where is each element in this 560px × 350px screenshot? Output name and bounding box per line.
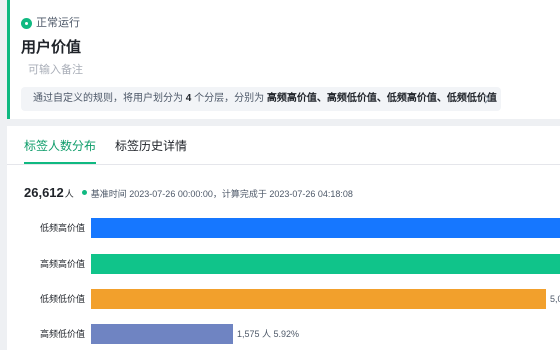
summary-line: 26,612 人 基准时间 2023-07-26 00:00:00 ，计算完成于…: [24, 185, 353, 200]
category-label: 低频低价值: [39, 294, 85, 304]
status-text: 正常运行: [36, 17, 80, 29]
tab-label-history[interactable]: 标签历史详情: [115, 138, 187, 154]
chevron-right-icon[interactable]: [481, 92, 493, 106]
tier-count: 4: [185, 93, 192, 104]
chart-row: 高频高价值: [7, 254, 560, 274]
status-indicator: 正常运行: [21, 16, 80, 30]
calc-time: ，计算完成于 2023-07-26 04:18:08: [212, 189, 353, 199]
remark-input[interactable]: 可输入备注: [28, 63, 83, 77]
bar[interactable]: [91, 254, 560, 274]
summary-dot-icon: [81, 190, 87, 195]
rule-description-bar[interactable]: 通过自定义的规则，将用户划分为 4 个分层，分别为 高频高价值、高频低价值、低频…: [21, 87, 501, 111]
bar[interactable]: [91, 324, 233, 344]
chart-row: 低频低价值 5,07: [7, 289, 560, 309]
rule-prefix: 通过自定义的规则，将用户划分为: [33, 93, 183, 104]
category-label: 高频低价值: [39, 329, 85, 339]
rule-middle: 个分层，分别为: [194, 93, 265, 104]
total-unit: 人: [64, 189, 74, 199]
tab-divider: [7, 164, 560, 165]
tab-label-distribution[interactable]: 标签人数分布: [24, 138, 96, 154]
chart-row: 高频低价值 1,575 人 5.92%: [7, 324, 560, 344]
bar[interactable]: [91, 289, 546, 309]
base-time: 基准时间 2023-07-26 00:00:00: [90, 189, 213, 199]
label-info-card: 正常运行 用户价值 可输入备注 通过自定义的规则，将用户划分为 4 个分层，分别…: [7, 0, 560, 119]
bar-value-label: 1,575 人 5.92%: [237, 329, 300, 339]
rule-text: 通过自定义的规则，将用户划分为 4 个分层，分别为 高频高价值、高频低价值、低频…: [33, 92, 497, 106]
distribution-card: 标签人数分布 标签历史详情 26,612 人 基准时间 2023-07-26 0…: [7, 126, 560, 350]
tier-names: 高频高价值、高频低价值、低频高价值、低频低价值: [266, 93, 497, 104]
category-label: 高频高价值: [39, 259, 85, 269]
category-label: 低频高价值: [39, 223, 85, 233]
chart-row: 低频高价值: [7, 218, 560, 238]
total-count: 26,612: [24, 185, 64, 200]
bar-value-label: 5,07: [550, 294, 560, 304]
page-title: 用户价值: [21, 39, 82, 56]
bar[interactable]: [91, 218, 560, 238]
status-dot-icon: [21, 17, 32, 29]
